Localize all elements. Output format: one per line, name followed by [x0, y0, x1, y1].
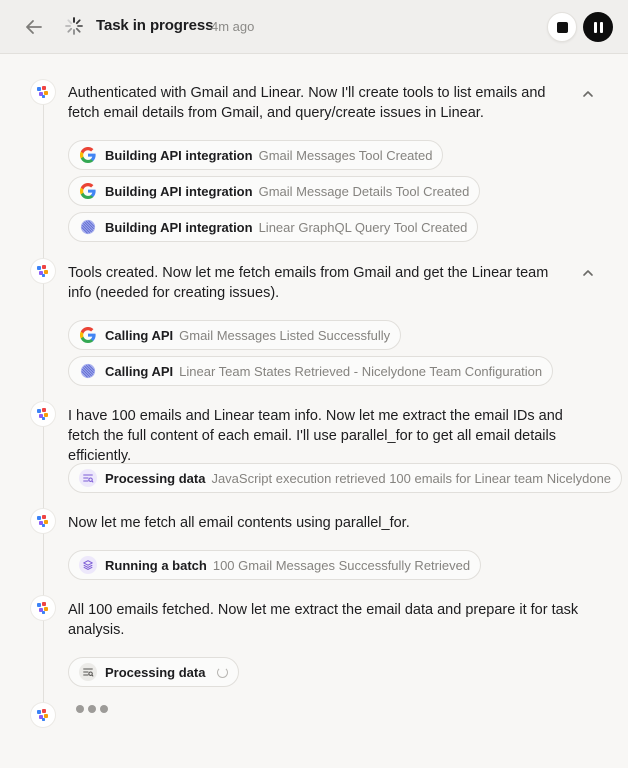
stop-icon: [556, 21, 568, 33]
agent-avatar: [31, 596, 55, 620]
agent-logo-icon: [35, 84, 51, 100]
tool-chip[interactable]: Building API integration Gmail Messages …: [68, 140, 444, 170]
chip-description: Gmail Messages Listed Successfully: [179, 327, 391, 343]
chip-label: Building API integration: [105, 219, 253, 235]
processing-icon: [79, 469, 97, 487]
arrow-left-icon: [26, 20, 42, 34]
spinner-icon: [64, 16, 84, 36]
chip-description: 100 Gmail Messages Successfully Retrieve…: [212, 557, 471, 573]
page-title: Task in progress: [96, 17, 214, 34]
chevron-up-icon: [580, 86, 596, 102]
chip-label: Calling API: [105, 327, 174, 343]
tool-chip[interactable]: Calling API Gmail Messages Listed Succes…: [68, 320, 402, 350]
agent-logo-icon: [35, 707, 51, 723]
back-button[interactable]: [22, 15, 46, 39]
typing-indicator: [76, 705, 108, 713]
tool-chip[interactable]: Building API integration Gmail Message D…: [68, 176, 481, 206]
tool-chip[interactable]: Running a batch 100 Gmail Messages Succe…: [68, 550, 482, 580]
agent-logo-icon: [35, 263, 51, 279]
agent-avatar: [31, 259, 55, 283]
agent-logo-icon: [35, 600, 51, 616]
loading-spinner-icon: [217, 666, 229, 678]
chip-label: Processing data: [105, 470, 206, 486]
tool-chip[interactable]: Building API integration Linear GraphQL …: [68, 212, 479, 242]
linear-icon: [79, 362, 97, 380]
collapse-button[interactable]: [580, 265, 596, 281]
typing-dot: [100, 705, 108, 713]
processing-icon: [79, 663, 97, 681]
chip-label: Calling API: [105, 363, 174, 379]
chip-description: Linear GraphQL Query Tool Created: [258, 219, 468, 235]
pause-icon: [593, 21, 597, 33]
step-message: I have 100 emails and Linear team info. …: [68, 408, 563, 464]
typing-dot: [76, 705, 84, 713]
chip-description: JavaScript execution retrieved 100 email…: [211, 470, 612, 486]
google-icon: [79, 326, 97, 344]
step-message: Tools created. Now let me fetch emails f…: [68, 265, 549, 301]
step-message: All 100 emails fetched. Now let me extra…: [68, 602, 579, 638]
tool-chip[interactable]: Calling API Linear Team States Retrieved…: [68, 356, 554, 386]
google-icon: [79, 182, 97, 200]
pause-button[interactable]: [583, 12, 613, 42]
agent-avatar: [31, 402, 55, 426]
step-message: Authenticated with Gmail and Linear. Now…: [68, 85, 546, 121]
agent-avatar: [31, 703, 55, 727]
chip-label: Processing data: [105, 664, 206, 680]
linear-icon: [79, 218, 97, 236]
chip-label: Building API integration: [105, 183, 253, 199]
collapse-button[interactable]: [580, 86, 596, 102]
chip-description: Linear Team States Retrieved - Nicelydon…: [179, 363, 543, 379]
agent-logo-icon: [35, 406, 51, 422]
chip-label: Running a batch: [105, 557, 207, 573]
tool-chip[interactable]: Processing data JavaScript execution ret…: [68, 463, 623, 493]
agent-logo-icon: [35, 513, 51, 529]
chip-label: Building API integration: [105, 147, 253, 163]
agent-avatar: [31, 80, 55, 104]
stop-button[interactable]: [547, 12, 577, 42]
batch-icon: [79, 556, 97, 574]
chevron-up-icon: [580, 265, 596, 281]
chip-description: Gmail Messages Tool Created: [258, 147, 433, 163]
tool-chip-in-progress[interactable]: Processing data: [68, 657, 240, 687]
task-header: Task in progress 4m ago: [0, 0, 628, 54]
elapsed-time: 4m ago: [211, 19, 255, 34]
google-icon: [79, 146, 97, 164]
agent-avatar: [31, 509, 55, 533]
chip-description: Gmail Message Details Tool Created: [258, 183, 470, 199]
step-message: Now let me fetch all email contents usin…: [68, 515, 410, 531]
typing-dot: [88, 705, 96, 713]
